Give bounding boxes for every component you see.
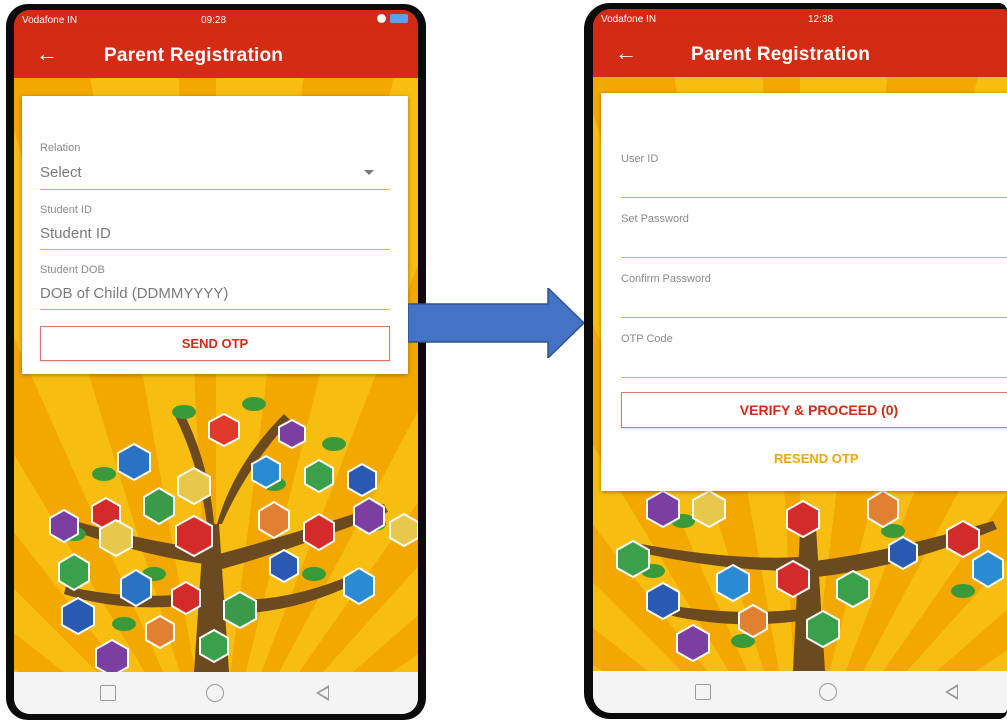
- send-otp-button[interactable]: SEND OTP: [40, 326, 390, 361]
- student-dob-underline: [40, 309, 390, 310]
- status-carrier: Vodafone IN: [601, 14, 657, 25]
- navigation-bar: [14, 672, 418, 714]
- right-phone-screen: Vodafone IN 12:38 ← Parent Registration: [593, 9, 1007, 713]
- registration-card: User ID Set Password Confirm Password OT…: [601, 93, 1007, 491]
- battery-icon: [390, 14, 408, 23]
- right-phone: Vodafone IN 12:38 ← Parent Registration: [584, 3, 1007, 719]
- verify-proceed-button[interactable]: VERIFY & PROCEED (0): [621, 392, 1007, 428]
- square-recents-icon[interactable]: [695, 684, 711, 700]
- dropdown-caret-icon[interactable]: [364, 170, 374, 175]
- app-bar: ← Parent Registration: [14, 32, 418, 78]
- circle-home-icon[interactable]: [206, 684, 224, 702]
- navigation-bar: [593, 671, 1007, 713]
- registration-card: Relation Select Student ID Student ID St…: [22, 96, 408, 374]
- back-arrow-icon[interactable]: ←: [36, 40, 58, 68]
- student-id-input[interactable]: Student ID: [40, 225, 111, 242]
- confirm-password-input[interactable]: [621, 317, 1007, 318]
- confirm-password-label: Confirm Password: [621, 273, 711, 285]
- back-arrow-icon[interactable]: ←: [615, 39, 637, 67]
- status-time: 12:38: [808, 14, 834, 25]
- student-id-underline: [40, 249, 390, 250]
- otp-code-input[interactable]: [621, 377, 1007, 378]
- page-title: Parent Registration: [691, 44, 871, 65]
- education-tree-illustration: [593, 489, 1007, 671]
- status-time: 09:28: [201, 15, 227, 26]
- student-dob-label: Student DOB: [40, 264, 105, 276]
- triangle-back-icon[interactable]: [316, 685, 329, 701]
- education-tree-illustration: [14, 374, 418, 678]
- flow-arrow: [408, 288, 584, 358]
- left-phone: Vodafone IN 09:28 ← Parent Registration: [6, 4, 426, 720]
- set-password-input[interactable]: [621, 257, 1007, 258]
- user-id-label: User ID: [621, 153, 659, 165]
- app-bar: ← Parent Registration: [593, 31, 1007, 77]
- resend-otp-button[interactable]: RESEND OTP: [774, 451, 859, 466]
- user-id-input[interactable]: [621, 197, 1007, 198]
- student-id-label: Student ID: [40, 204, 92, 216]
- status-carrier: Vodafone IN: [22, 15, 78, 26]
- square-recents-icon[interactable]: [100, 685, 116, 701]
- otp-code-label: OTP Code: [621, 333, 673, 345]
- circle-home-icon[interactable]: [819, 683, 837, 701]
- page-title: Parent Registration: [104, 45, 284, 66]
- status-bar: Vodafone IN 09:28: [14, 10, 418, 32]
- relation-label: Relation: [40, 142, 81, 154]
- status-bar: Vodafone IN 12:38: [593, 9, 1007, 31]
- status-icons: [377, 14, 408, 23]
- relation-select[interactable]: Select: [40, 164, 82, 181]
- set-password-label: Set Password: [621, 213, 689, 225]
- relation-underline: [40, 189, 390, 190]
- left-phone-screen: Vodafone IN 09:28 ← Parent Registration: [14, 10, 418, 714]
- eye-icon: [377, 14, 386, 23]
- triangle-back-icon[interactable]: [945, 684, 958, 700]
- student-dob-input[interactable]: DOB of Child (DDMMYYYY): [40, 285, 228, 302]
